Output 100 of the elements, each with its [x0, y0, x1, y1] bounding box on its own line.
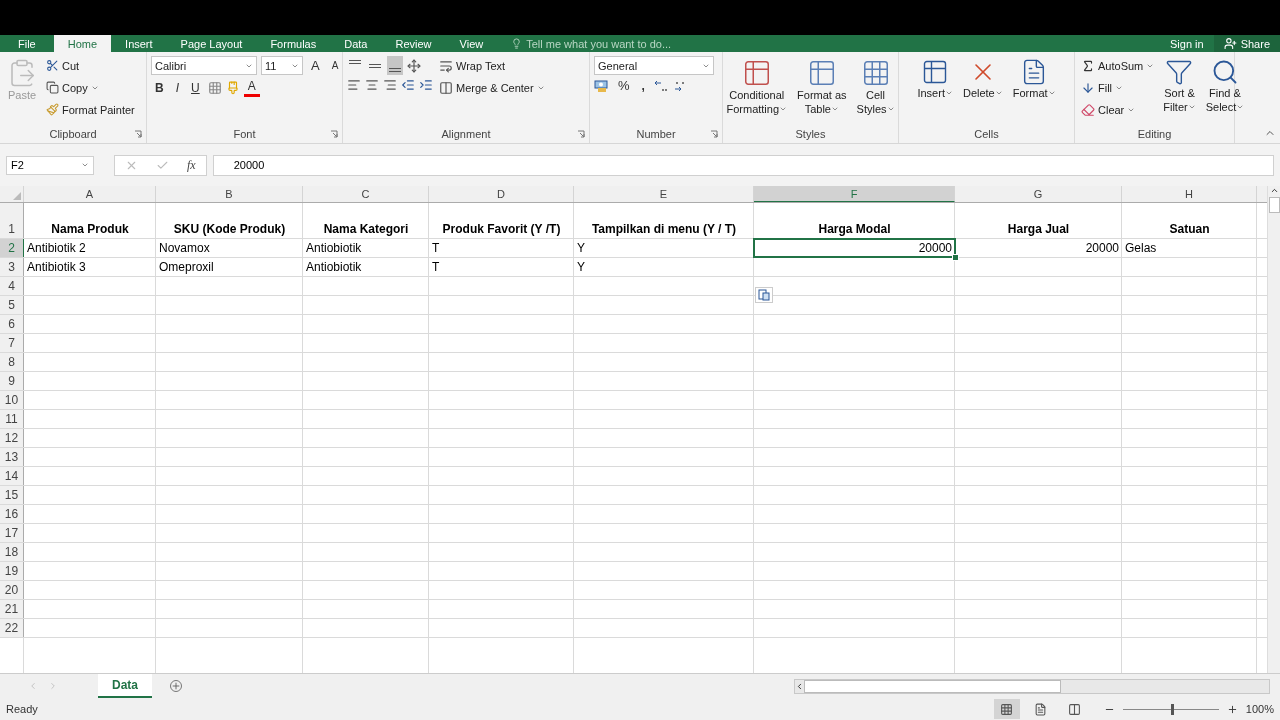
fill-handle[interactable]	[952, 254, 959, 261]
font-size-field[interactable]: 11	[261, 56, 303, 75]
sign-in-link[interactable]: Sign in	[1160, 35, 1214, 52]
dialog-launcher-icon[interactable]	[134, 130, 142, 138]
row-header[interactable]: 20	[0, 581, 24, 599]
tell-me-field[interactable]: Tell me what you want to do...	[511, 35, 672, 52]
row-header[interactable]: 16	[0, 505, 24, 523]
dialog-launcher-icon[interactable]	[577, 130, 585, 138]
selected-cell: 20000	[754, 239, 955, 257]
row-header[interactable]: 22	[0, 619, 24, 637]
increase-indent-icon[interactable]	[419, 78, 433, 92]
normal-view-button[interactable]	[993, 699, 1020, 719]
scroll-left-icon[interactable]	[795, 681, 804, 691]
ribbon-button[interactable]: Cell Styles	[853, 56, 898, 127]
ribbon-tab[interactable]: Review	[381, 35, 446, 52]
horizontal-scrollbar[interactable]	[794, 678, 1270, 694]
grow-font-button[interactable]: A	[307, 57, 324, 74]
group-label: Clipboard	[48, 127, 98, 142]
ribbon-tab[interactable]: Home	[53, 35, 112, 52]
row-header[interactable]: 19	[0, 562, 24, 580]
insert-function-button[interactable]: fx	[187, 157, 196, 173]
shrink-font-button[interactable]: A	[327, 57, 343, 74]
name-box[interactable]: F2	[6, 155, 94, 175]
ribbon-tab[interactable]: View	[445, 35, 498, 52]
orientation-icon[interactable]	[407, 58, 421, 73]
triangle-icon	[13, 192, 21, 200]
scrollbar-thumb[interactable]	[804, 679, 1061, 693]
row-header[interactable]: 1	[0, 203, 24, 238]
scroll-up-icon[interactable]	[1269, 186, 1279, 195]
row-header[interactable]: 5	[0, 296, 24, 314]
font-color-button[interactable]: A	[243, 78, 260, 97]
table-cell-text: SKU (Kode Produk)	[172, 221, 287, 238]
zoom-level[interactable]: 100%	[1245, 703, 1274, 715]
sheet-tab[interactable]: Data	[98, 674, 152, 698]
scrollbar-thumb[interactable]	[1268, 197, 1280, 213]
clear-button[interactable]: Clear	[1079, 100, 1157, 119]
currency-icon[interactable]	[594, 79, 610, 93]
zoom-in-icon[interactable]	[1226, 703, 1238, 715]
column-header[interactable]: F	[754, 186, 955, 202]
borders-icon[interactable]	[207, 80, 222, 95]
italic-button[interactable]: I	[171, 79, 183, 96]
formula-field[interactable]: 20000	[212, 154, 1274, 176]
row-header[interactable]: 9	[0, 372, 24, 390]
align-left-icon[interactable]	[347, 78, 361, 92]
row-header[interactable]: 2	[0, 239, 24, 257]
align-center-icon[interactable]	[365, 78, 379, 92]
row-header[interactable]: 11	[0, 410, 24, 428]
fill-color-icon[interactable]	[225, 80, 240, 95]
caret-icon	[81, 161, 89, 169]
vertical-scrollbar[interactable]	[1267, 186, 1280, 673]
row-header[interactable]: 17	[0, 524, 24, 542]
format-painter-button[interactable]: Format Painter	[44, 100, 137, 119]
file-menu[interactable]: File	[0, 35, 54, 52]
ribbon-button[interactable]: Format as Table	[794, 56, 850, 127]
ribbon-tab[interactable]: Formulas	[256, 35, 331, 52]
share-button[interactable]: Share	[1213, 35, 1280, 52]
decrease-indent-icon[interactable]	[401, 78, 415, 92]
row-header[interactable]: 10	[0, 391, 24, 409]
ribbon-button[interactable]: Sort & Filter	[1160, 56, 1199, 127]
ribbon-tab[interactable]: Data	[330, 35, 382, 52]
row-header[interactable]: 8	[0, 353, 24, 371]
group-label: Cells	[973, 127, 1000, 142]
increase-decimal-icon[interactable]	[652, 79, 669, 93]
underline-button[interactable]: U	[187, 79, 204, 96]
dialog-launcher-icon[interactable]	[710, 130, 718, 138]
cut-button[interactable]: Cut	[44, 56, 137, 75]
lines-icon	[349, 59, 361, 64]
ribbon-button[interactable]: Conditional Formatting	[723, 56, 791, 127]
row-header[interactable]: 18	[0, 543, 24, 561]
font-name-field[interactable]: Calibri	[151, 56, 257, 75]
row-header[interactable]: 13	[0, 448, 24, 466]
row-header[interactable]: 4	[0, 277, 24, 295]
number-format-field[interactable]: General	[594, 56, 714, 75]
align-right-icon[interactable]	[383, 78, 397, 92]
ribbon-tab[interactable]: Page Layout	[166, 35, 257, 52]
dialog-launcher-icon[interactable]	[330, 130, 338, 138]
row-header[interactable]: 15	[0, 486, 24, 504]
row-header[interactable]: 7	[0, 334, 24, 352]
row-header[interactable]: 6	[0, 315, 24, 333]
row-header[interactable]: 12	[0, 429, 24, 447]
merge-center-button[interactable]: Merge & Center	[437, 78, 547, 97]
ribbon-button[interactable]: Find & Select	[1202, 56, 1248, 127]
row-header[interactable]: 14	[0, 467, 24, 485]
vertical-align-button[interactable]	[387, 56, 403, 75]
ribbon-button[interactable]: Delete	[959, 56, 1006, 127]
ribbon-button[interactable]: Insert	[914, 56, 956, 127]
copy-button[interactable]: Copy	[44, 78, 137, 97]
ribbon-button[interactable]: Format	[1009, 56, 1059, 127]
percent-button[interactable]: %	[614, 78, 634, 94]
autosum-button[interactable]: AutoSum	[1079, 56, 1157, 75]
add-sheet-icon[interactable]	[170, 680, 182, 692]
wrap-text-button[interactable]: Wrap Text	[437, 56, 547, 75]
comma-button[interactable]: ,	[637, 78, 649, 94]
zoom-thumb[interactable]	[1170, 703, 1174, 715]
fill-button[interactable]: Fill	[1079, 78, 1157, 97]
row-header[interactable]: 21	[0, 600, 24, 618]
row-header[interactable]: 3	[0, 258, 24, 276]
paste-options-icon[interactable]	[755, 287, 773, 303]
bold-button[interactable]: B	[151, 79, 168, 96]
ribbon-tab[interactable]: Insert	[111, 35, 167, 52]
